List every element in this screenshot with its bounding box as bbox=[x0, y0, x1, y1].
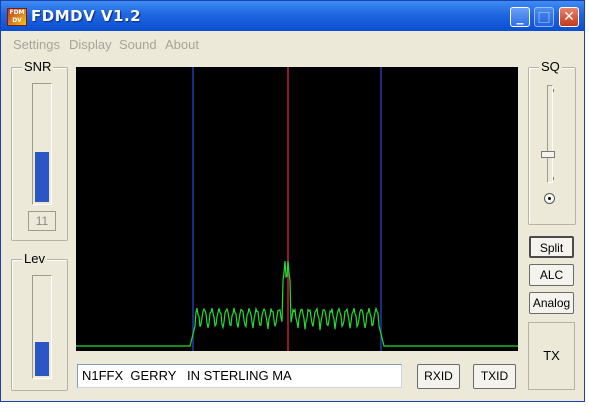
lev-meter bbox=[32, 275, 52, 379]
spectrum-plot bbox=[76, 67, 518, 351]
squelch-enable-radio[interactable] bbox=[544, 193, 555, 204]
alc-button[interactable]: ALC bbox=[529, 264, 574, 286]
slider-tick bbox=[553, 177, 554, 180]
menu-sound[interactable]: Sound bbox=[119, 37, 157, 52]
rxid-button[interactable]: RXID bbox=[417, 364, 460, 389]
snr-label: SNR bbox=[22, 59, 54, 74]
text-message-field[interactable]: N1FFX GERRY IN STERLING MA bbox=[77, 364, 402, 388]
menu-display[interactable]: Display bbox=[69, 37, 112, 52]
lev-meter-fill bbox=[35, 341, 49, 376]
sq-label: SQ bbox=[539, 59, 562, 74]
snr-meter-fill bbox=[35, 152, 49, 202]
slider-tick bbox=[553, 89, 554, 92]
lev-label: Lev bbox=[22, 251, 47, 266]
maximize-icon: □ bbox=[537, 9, 551, 25]
spectrum-display[interactable] bbox=[76, 67, 518, 351]
squelch-slider-thumb[interactable] bbox=[541, 151, 555, 159]
app-window: FDM DV FDMDV V1.2 _ □ ✕ Settings Display… bbox=[0, 0, 585, 402]
window-title: FDMDV V1.2 bbox=[31, 7, 142, 25]
minimize-button[interactable]: _ bbox=[510, 7, 530, 27]
maximize-button: □ bbox=[534, 7, 554, 27]
app-logo-icon: FDM DV bbox=[7, 8, 27, 26]
minimize-icon: _ bbox=[516, 9, 524, 25]
tx-button-label: TX bbox=[543, 348, 560, 363]
spectrum-trace bbox=[76, 260, 518, 347]
snr-value-display: 11 bbox=[28, 211, 56, 231]
analog-button[interactable]: Analog bbox=[529, 292, 574, 314]
close-button[interactable]: ✕ bbox=[559, 7, 579, 27]
snr-meter bbox=[32, 83, 52, 205]
tx-button[interactable]: TX bbox=[528, 322, 575, 390]
squelch-slider-track[interactable] bbox=[547, 85, 553, 183]
menu-about[interactable]: About bbox=[165, 37, 199, 52]
menu-settings[interactable]: Settings bbox=[13, 37, 60, 52]
close-icon: ✕ bbox=[563, 9, 575, 25]
title-bar[interactable]: FDM DV FDMDV V1.2 _ □ ✕ bbox=[1, 1, 584, 31]
split-button[interactable]: Split bbox=[529, 236, 574, 258]
txid-button[interactable]: TXID bbox=[473, 364, 516, 389]
menu-bar: Settings Display Sound About bbox=[1, 33, 584, 55]
